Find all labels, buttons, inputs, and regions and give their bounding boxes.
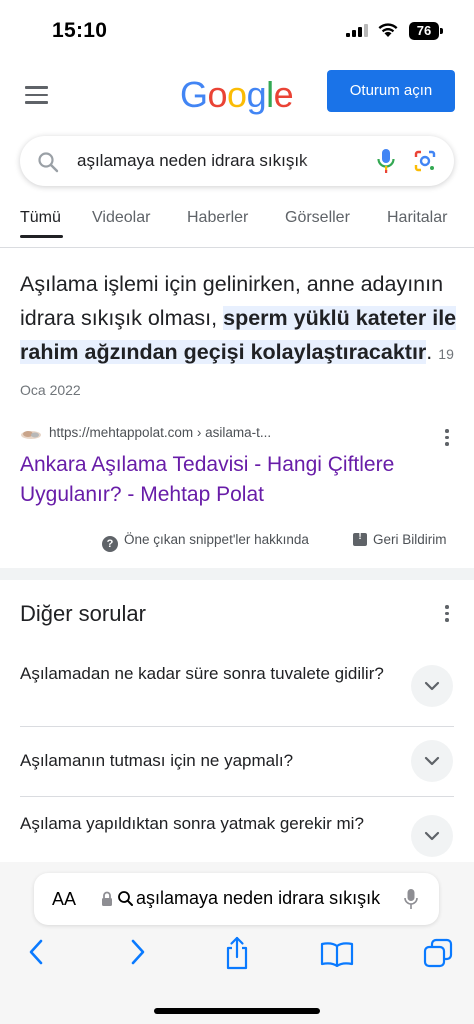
cellular-signal-icon	[346, 24, 368, 37]
logo-letter: G	[180, 74, 208, 115]
sign-in-button[interactable]: Oturum açın	[327, 70, 455, 112]
microphone-icon[interactable]	[376, 148, 396, 174]
text-size-button[interactable]: AA	[52, 889, 76, 910]
tab-videos[interactable]: Videolar	[92, 209, 150, 227]
tab-images[interactable]: Görseller	[285, 209, 350, 227]
forward-icon[interactable]	[129, 938, 147, 966]
related-question[interactable]: Aşılamanın tutması için ne yapmalı?	[0, 738, 474, 784]
more-options-icon[interactable]	[444, 605, 450, 623]
search-box[interactable]: aşılamaya neden idrara sıkışık	[20, 136, 454, 186]
address-bar[interactable]: AA aşılamaya neden idrara sıkışık	[34, 873, 439, 925]
feedback-link[interactable]: Geri Bildirim	[353, 531, 447, 547]
about-snippets-label: Öne çıkan snippet'ler hakkında	[124, 532, 309, 547]
help-icon: ?	[102, 536, 118, 552]
question-text: Aşılamadan ne kadar süre sonra tuvalete …	[20, 664, 384, 683]
wifi-icon	[378, 23, 398, 37]
tab-maps[interactable]: Haritalar	[387, 209, 447, 227]
lock-icon	[102, 891, 112, 906]
logo-letter: o	[207, 74, 228, 115]
search-icon	[38, 152, 59, 173]
status-time: 15:10	[52, 19, 108, 42]
logo-letter: o	[227, 74, 247, 115]
question-divider	[20, 726, 454, 727]
more-options-icon[interactable]	[444, 429, 450, 447]
question-divider	[20, 796, 454, 797]
question-text: Aşılama yapıldıktan sonra yatmak gerekir…	[20, 814, 364, 833]
battery-tip	[440, 28, 443, 34]
question-text: Aşılamanın tutması için ne yapmalı?	[20, 751, 294, 770]
logo-letter: g	[246, 74, 267, 115]
search-input[interactable]: aşılamaya neden idrara sıkışık	[77, 151, 339, 171]
menu-icon[interactable]	[25, 86, 48, 104]
result-source[interactable]: https://mehtappolat.com › asilama-t...	[20, 424, 454, 444]
google-logo[interactable]: Google	[180, 74, 294, 116]
battery-icon: 76	[409, 22, 439, 40]
related-questions-title: Diğer sorular	[20, 601, 146, 626]
chevron-down-icon[interactable]	[411, 815, 453, 857]
google-lens-icon[interactable]	[413, 149, 437, 173]
tabs-icon[interactable]	[423, 938, 453, 968]
back-icon[interactable]	[27, 938, 45, 966]
feedback-icon	[353, 531, 367, 546]
tab-news[interactable]: Haberler	[187, 209, 248, 227]
site-favicon	[21, 431, 41, 439]
active-tab-indicator	[20, 235, 63, 238]
featured-snippet-text: Aşılama işlemi için gelinirken, anne ada…	[20, 267, 460, 407]
result-url[interactable]: https://mehtappolat.com › asilama-t...	[49, 425, 271, 440]
bookmarks-icon[interactable]	[320, 941, 354, 967]
result-title-link[interactable]: Ankara Aşılama Tedavisi - Hangi Çiftlere…	[20, 450, 460, 510]
microphone-icon[interactable]	[404, 888, 418, 910]
tab-all[interactable]: Tümü	[20, 209, 61, 227]
related-question[interactable]: Aşılama yapıldıktan sonra yatmak gerekir…	[0, 812, 474, 862]
share-icon[interactable]	[224, 936, 250, 970]
snippet-footer: ? Öne çıkan snippet'ler hakkında Geri Bil…	[0, 530, 474, 552]
snippet-end-text: .	[426, 340, 433, 364]
search-tabs: Tümü Videolar Haberler Görseller Harital…	[0, 205, 474, 238]
feedback-label: Geri Bildirim	[373, 532, 447, 547]
home-indicator	[154, 1008, 320, 1014]
logo-letter: l	[266, 74, 274, 115]
chevron-down-icon[interactable]	[411, 665, 453, 707]
chevron-down-icon[interactable]	[411, 740, 453, 782]
search-icon	[118, 891, 133, 906]
status-bar: 15:10 76	[0, 0, 474, 60]
related-question[interactable]: Aşılamadan ne kadar süre sonra tuvalete …	[0, 662, 474, 714]
address-text[interactable]: aşılamaya neden idrara sıkışık	[136, 888, 386, 909]
about-snippets-link[interactable]: ? Öne çıkan snippet'ler hakkında	[102, 532, 309, 552]
logo-letter: e	[273, 74, 294, 115]
